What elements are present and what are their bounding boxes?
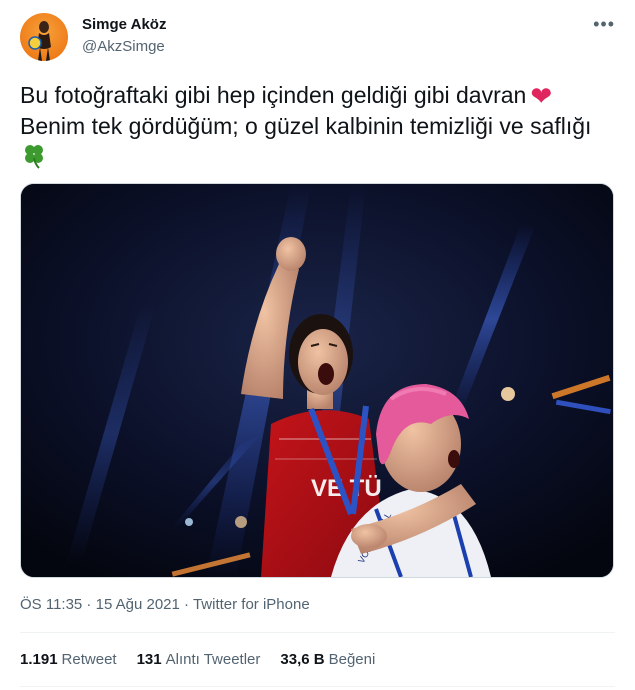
tweet-meta: ÖS 11:35 · 15 Ağu 2021 · Twitter for iPh… [20, 596, 310, 613]
tweet-stats: 1.191 Retweet 131 Alıntı Tweetler 33,6 B Be… [20, 651, 395, 668]
user-handle[interactable]: @AkzSimge [82, 38, 165, 55]
display-name[interactable]: Simge Aköz [82, 16, 166, 33]
tweet-photo[interactable]: VE TÜ VOLLEYBALL [20, 183, 614, 578]
quote-tweets-stat[interactable]: 131 Alıntı Tweetler [137, 651, 261, 668]
avatar-image [28, 21, 51, 61]
heart-emoji-icon: ❤ [530, 81, 553, 111]
retweets-label: Retweet [61, 651, 117, 668]
quotes-label: Alıntı Tweetler [165, 651, 261, 668]
meta-separator: · [179, 596, 193, 613]
avatar[interactable] [20, 13, 68, 61]
tweet-text-line-2: Benim tek gördüğüm; o güzel kalbinin tem… [20, 113, 592, 139]
likes-label: Beğeni [328, 651, 376, 668]
four-leaf-clover-icon [20, 141, 48, 176]
tweet-text-line-3 [20, 141, 620, 176]
divider [20, 632, 615, 633]
retweets-count: 1.191 [20, 651, 58, 668]
tweet-card: Simge Aköz @AkzSimge ••• Bu fotoğraftaki… [0, 0, 635, 690]
more-options-icon[interactable]: ••• [593, 14, 615, 35]
tweet-text: Bu fotoğraftaki gibi hep içinden geldiği… [20, 80, 620, 176]
tweet-source[interactable]: Twitter for iPhone [193, 596, 310, 613]
quotes-count: 131 [136, 651, 162, 668]
divider [20, 686, 615, 687]
likes-stat[interactable]: 33,6 B Beğeni [280, 651, 375, 668]
tweet-date[interactable]: 15 Ağu 2021 [96, 596, 180, 613]
meta-separator: · [82, 596, 96, 613]
tweet-time[interactable]: ÖS 11:35 [20, 596, 82, 613]
retweets-stat[interactable]: 1.191 Retweet [20, 651, 117, 668]
photo-illustration: VE TÜ VOLLEYBALL [21, 184, 613, 577]
tweet-text-line-1-content: Bu fotoğraftaki gibi hep içinden geldiği… [20, 82, 527, 108]
likes-count: 33,6 B [280, 651, 325, 668]
tweet-text-line-1: Bu fotoğraftaki gibi hep içinden geldiği… [20, 80, 620, 111]
